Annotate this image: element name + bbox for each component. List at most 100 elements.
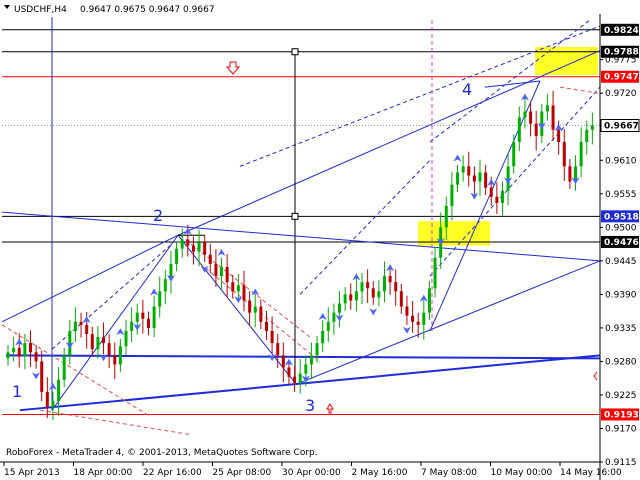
y-tick-label: 0.9445 — [605, 257, 637, 267]
candle-body — [141, 312, 145, 319]
candle-body — [253, 306, 257, 313]
line-anchor-mid — [291, 212, 299, 220]
y-tick-label: 0.9170 — [605, 424, 637, 434]
price-chart: 1 2 3 4 0.9115 0.9170 0.9225 0.9280 0.9335 0.939… — [0, 0, 640, 480]
x-tick-label: 15 Apr 2013 — [4, 468, 60, 478]
candle-body — [388, 276, 392, 283]
candle-body — [579, 141, 583, 167]
wave-label-1: 1 — [12, 382, 22, 401]
candle-body — [422, 312, 426, 325]
candle-body — [12, 348, 16, 353]
candle-body — [394, 282, 398, 292]
candle-body — [568, 166, 572, 182]
candle-body — [208, 254, 212, 264]
candle-body — [146, 318, 150, 328]
candle-body — [34, 352, 38, 362]
y-tick-label: 0.9115 — [605, 458, 637, 468]
candle-body — [557, 129, 561, 142]
x-tick-label: 22 Apr 16:00 — [143, 468, 202, 478]
wave-label-3: 3 — [305, 396, 315, 415]
candle-body — [180, 239, 184, 249]
x-tick-label: 7 May 08:00 — [421, 468, 477, 478]
candle-body — [40, 361, 44, 392]
candle-body — [6, 352, 10, 359]
candle-body — [73, 321, 77, 331]
candle-body — [62, 355, 66, 380]
candle-body — [17, 348, 21, 357]
candle-body — [304, 364, 308, 374]
symbol-timeframe: USDCHF,H4 — [14, 5, 67, 15]
candle-body — [590, 125, 594, 130]
x-tick-label: 25 Apr 08:00 — [213, 468, 272, 478]
candle-body — [371, 288, 375, 298]
candle-body — [444, 205, 448, 228]
candle-body — [79, 321, 83, 325]
candle-body — [354, 291, 358, 301]
candle-body — [534, 123, 538, 136]
candle-body — [349, 294, 353, 301]
chart-window: 1 2 3 4 0.9115 0.9170 0.9225 0.9280 0.9335 0.939… — [0, 0, 640, 480]
candle-body — [472, 175, 476, 182]
candle-body — [495, 196, 499, 203]
candle-body — [366, 282, 370, 289]
candle-body — [191, 245, 195, 252]
candle-body — [163, 279, 167, 292]
wave-label-2: 2 — [153, 206, 163, 225]
y-tick-label: 0.9390 — [605, 290, 637, 300]
candle-body — [102, 337, 106, 344]
candle-body — [113, 355, 117, 365]
x-tick-label: 30 Apr 00:00 — [282, 468, 341, 478]
candle-body — [197, 242, 201, 252]
price-tag-0.9476: 0.9476 — [604, 238, 639, 248]
x-tick-label: 18 Apr 00:00 — [74, 468, 133, 478]
price-tag-0.9747: 0.9747 — [604, 73, 639, 83]
candle-body — [360, 282, 364, 292]
y-tick-label: 0.9335 — [605, 324, 637, 334]
candle-body — [450, 184, 454, 206]
candle-body — [298, 373, 302, 383]
candle-body — [411, 315, 415, 322]
candle-body — [512, 141, 516, 167]
candle-body — [338, 303, 342, 313]
candle-body — [158, 291, 162, 307]
y-tick-label: 0.9500 — [605, 223, 637, 233]
target-zone-upper — [535, 47, 598, 75]
candle-body — [315, 343, 319, 356]
candle-body — [124, 330, 128, 347]
candle-body — [416, 321, 420, 325]
candle-body — [264, 321, 268, 331]
x-tick-label: 2 May 16:00 — [352, 468, 408, 478]
price-tag-0.9193: 0.9193 — [604, 410, 639, 420]
candle-body — [118, 346, 122, 365]
candle-body — [96, 337, 100, 350]
candle-body — [107, 343, 111, 356]
candle-body — [562, 141, 566, 167]
candle-body — [152, 306, 156, 328]
candle-body — [45, 391, 49, 408]
candle-body — [377, 291, 381, 298]
candle-body — [399, 291, 403, 307]
candle-body — [332, 312, 336, 322]
candle-body — [551, 105, 555, 130]
candle-body — [461, 166, 465, 173]
candle-body — [281, 355, 285, 368]
candle-body — [242, 285, 246, 301]
copyright-footer: RoboForex - MetaTrader 4, © 2001-2013, M… — [6, 448, 318, 458]
candle-body — [57, 379, 61, 402]
candle-body — [293, 376, 297, 383]
y-tick-label: 0.9555 — [605, 190, 637, 200]
candle-body — [484, 172, 488, 188]
line-anchor-top — [291, 48, 299, 56]
y-tick-label: 0.9225 — [605, 391, 637, 401]
y-tick-label: 0.9610 — [605, 156, 637, 166]
candle-body — [287, 367, 291, 377]
y-tick-label: 0.9720 — [605, 89, 637, 99]
candle-body — [500, 190, 504, 203]
candle-body — [321, 330, 325, 344]
candle-body — [90, 333, 94, 350]
candle-body — [478, 172, 482, 182]
candle-body — [405, 306, 409, 316]
price-tag-0.9518: 0.9518 — [604, 212, 639, 222]
candle-body — [517, 117, 521, 142]
y-tick-label: 0.9280 — [605, 357, 637, 367]
